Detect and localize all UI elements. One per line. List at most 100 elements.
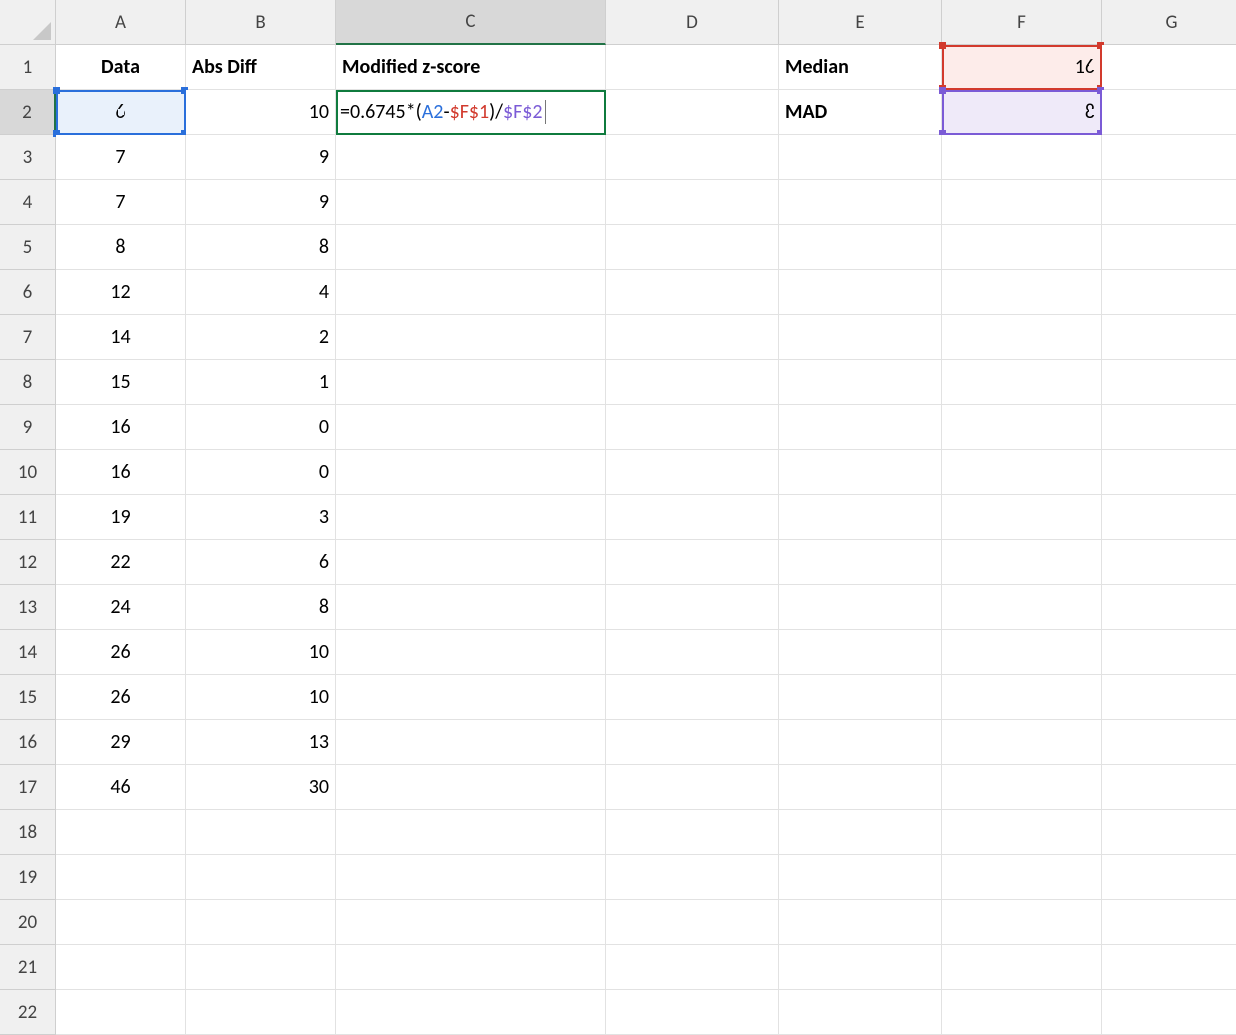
- cell-C12[interactable]: [336, 540, 606, 585]
- cell-B12[interactable]: 6: [186, 540, 336, 585]
- cell-E9[interactable]: [779, 405, 942, 450]
- cell-A22[interactable]: [56, 990, 186, 1035]
- cell-C19[interactable]: [336, 855, 606, 900]
- cell-E10[interactable]: [779, 450, 942, 495]
- row-header-8[interactable]: 8: [0, 360, 56, 405]
- row-header-5[interactable]: 5: [0, 225, 56, 270]
- col-header-E[interactable]: E: [779, 0, 942, 45]
- cell-B9[interactable]: 0: [186, 405, 336, 450]
- cell-F4[interactable]: [942, 180, 1102, 225]
- cell-A16[interactable]: 29: [56, 720, 186, 765]
- cell-G1[interactable]: [1102, 45, 1236, 90]
- cell-D8[interactable]: [606, 360, 779, 405]
- cell-D22[interactable]: [606, 990, 779, 1035]
- col-header-F[interactable]: F: [942, 0, 1102, 45]
- row-header-20[interactable]: 20: [0, 900, 56, 945]
- cell-A21[interactable]: [56, 945, 186, 990]
- cell-F14[interactable]: [942, 630, 1102, 675]
- cell-C6[interactable]: [336, 270, 606, 315]
- cell-C22[interactable]: [336, 990, 606, 1035]
- cell-D15[interactable]: [606, 675, 779, 720]
- row-header-16[interactable]: 16: [0, 720, 56, 765]
- cell-A11[interactable]: 19: [56, 495, 186, 540]
- cell-G12[interactable]: [1102, 540, 1236, 585]
- cell-C1[interactable]: Modified z-score: [336, 45, 606, 90]
- cell-F5[interactable]: [942, 225, 1102, 270]
- cell-D18[interactable]: [606, 810, 779, 855]
- cell-F13[interactable]: [942, 585, 1102, 630]
- cell-F1[interactable]: 16: [942, 45, 1102, 90]
- cell-B11[interactable]: 3: [186, 495, 336, 540]
- cell-G7[interactable]: [1102, 315, 1236, 360]
- row-header-15[interactable]: 15: [0, 675, 56, 720]
- cell-B19[interactable]: [186, 855, 336, 900]
- cell-G22[interactable]: [1102, 990, 1236, 1035]
- cell-G4[interactable]: [1102, 180, 1236, 225]
- cell-F6[interactable]: [942, 270, 1102, 315]
- cell-A7[interactable]: 14: [56, 315, 186, 360]
- cell-E21[interactable]: [779, 945, 942, 990]
- row-header-19[interactable]: 19: [0, 855, 56, 900]
- cell-D4[interactable]: [606, 180, 779, 225]
- cell-G6[interactable]: [1102, 270, 1236, 315]
- row-header-21[interactable]: 21: [0, 945, 56, 990]
- cell-A6[interactable]: 12: [56, 270, 186, 315]
- cell-B4[interactable]: 9: [186, 180, 336, 225]
- cell-C20[interactable]: [336, 900, 606, 945]
- cell-F18[interactable]: [942, 810, 1102, 855]
- row-header-18[interactable]: 18: [0, 810, 56, 855]
- cell-G16[interactable]: [1102, 720, 1236, 765]
- row-header-11[interactable]: 11: [0, 495, 56, 540]
- row-header-3[interactable]: 3: [0, 135, 56, 180]
- cell-C16[interactable]: [336, 720, 606, 765]
- cell-F7[interactable]: [942, 315, 1102, 360]
- cell-E8[interactable]: [779, 360, 942, 405]
- cell-B17[interactable]: 30: [186, 765, 336, 810]
- cell-F21[interactable]: [942, 945, 1102, 990]
- cell-B18[interactable]: [186, 810, 336, 855]
- row-header-10[interactable]: 10: [0, 450, 56, 495]
- cell-B16[interactable]: 13: [186, 720, 336, 765]
- cell-D9[interactable]: [606, 405, 779, 450]
- cell-D21[interactable]: [606, 945, 779, 990]
- cell-B8[interactable]: 1: [186, 360, 336, 405]
- col-header-G[interactable]: G: [1102, 0, 1236, 45]
- cell-E1[interactable]: Median: [779, 45, 942, 90]
- cell-D11[interactable]: [606, 495, 779, 540]
- cell-A5[interactable]: 8: [56, 225, 186, 270]
- cell-C9[interactable]: [336, 405, 606, 450]
- cell-E13[interactable]: [779, 585, 942, 630]
- cell-G18[interactable]: [1102, 810, 1236, 855]
- cell-C10[interactable]: [336, 450, 606, 495]
- cell-C2-editing[interactable]: =0.6745*(A2-$F$1)/$F$2: [336, 90, 606, 135]
- cell-D2[interactable]: [606, 90, 779, 135]
- cell-E22[interactable]: [779, 990, 942, 1035]
- cell-F16[interactable]: [942, 720, 1102, 765]
- cell-D1[interactable]: [606, 45, 779, 90]
- row-header-2[interactable]: 2: [0, 90, 56, 135]
- cell-G17[interactable]: [1102, 765, 1236, 810]
- cell-C5[interactable]: [336, 225, 606, 270]
- cell-D10[interactable]: [606, 450, 779, 495]
- cell-E11[interactable]: [779, 495, 942, 540]
- cell-D12[interactable]: [606, 540, 779, 585]
- cell-E4[interactable]: [779, 180, 942, 225]
- cell-B1[interactable]: Abs Diff: [186, 45, 336, 90]
- row-header-12[interactable]: 12: [0, 540, 56, 585]
- cell-G2[interactable]: [1102, 90, 1236, 135]
- row-header-6[interactable]: 6: [0, 270, 56, 315]
- cell-D17[interactable]: [606, 765, 779, 810]
- cell-G15[interactable]: [1102, 675, 1236, 720]
- cell-D20[interactable]: [606, 900, 779, 945]
- cell-C8[interactable]: [336, 360, 606, 405]
- cell-B15[interactable]: 10: [186, 675, 336, 720]
- cell-C11[interactable]: [336, 495, 606, 540]
- cell-F10[interactable]: [942, 450, 1102, 495]
- cell-G21[interactable]: [1102, 945, 1236, 990]
- cell-B22[interactable]: [186, 990, 336, 1035]
- cell-A19[interactable]: [56, 855, 186, 900]
- cell-A12[interactable]: 22: [56, 540, 186, 585]
- cell-C13[interactable]: [336, 585, 606, 630]
- col-header-C[interactable]: C: [336, 0, 606, 45]
- cell-E7[interactable]: [779, 315, 942, 360]
